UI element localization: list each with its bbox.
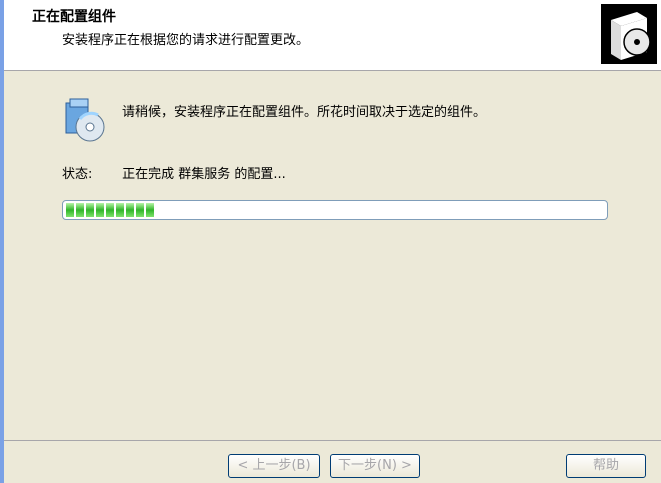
- progress-segment: [96, 203, 104, 217]
- progress-segment: [66, 203, 74, 217]
- wait-message: 请稍候，安装程序正在配置组件。所花时间取决于选定的组件。: [122, 105, 487, 120]
- next-button[interactable]: 下一步(N) >: [330, 454, 420, 478]
- cd-box-icon: [601, 4, 657, 64]
- progress-segment: [146, 203, 154, 217]
- page-title: 正在配置组件: [32, 9, 116, 25]
- progress-segment: [116, 203, 124, 217]
- install-cd-icon: [62, 97, 108, 143]
- footer-divider: [4, 440, 661, 441]
- help-button[interactable]: 帮助: [566, 454, 646, 478]
- progress-bar: [62, 200, 608, 220]
- status-label: 状态:: [62, 167, 93, 182]
- progress-segment: [126, 203, 134, 217]
- progress-segment: [136, 203, 144, 217]
- status-line: 状态: 正在完成 群集服务 的配置...: [62, 163, 286, 182]
- page-subtitle: 安装程序正在根据您的请求进行配置更改。: [62, 33, 310, 48]
- progress-segment: [86, 203, 94, 217]
- wizard-body: 请稍候，安装程序正在配置组件。所花时间取决于选定的组件。 状态: 正在完成 群集…: [4, 71, 661, 483]
- status-text: 正在完成 群集服务 的配置...: [122, 167, 286, 182]
- back-button[interactable]: < 上一步(B): [228, 454, 320, 478]
- progress-segment: [76, 203, 84, 217]
- progress-segment: [106, 203, 114, 217]
- wizard-header: 正在配置组件 安装程序正在根据您的请求进行配置更改。: [4, 0, 661, 71]
- progress-fill: [66, 203, 604, 217]
